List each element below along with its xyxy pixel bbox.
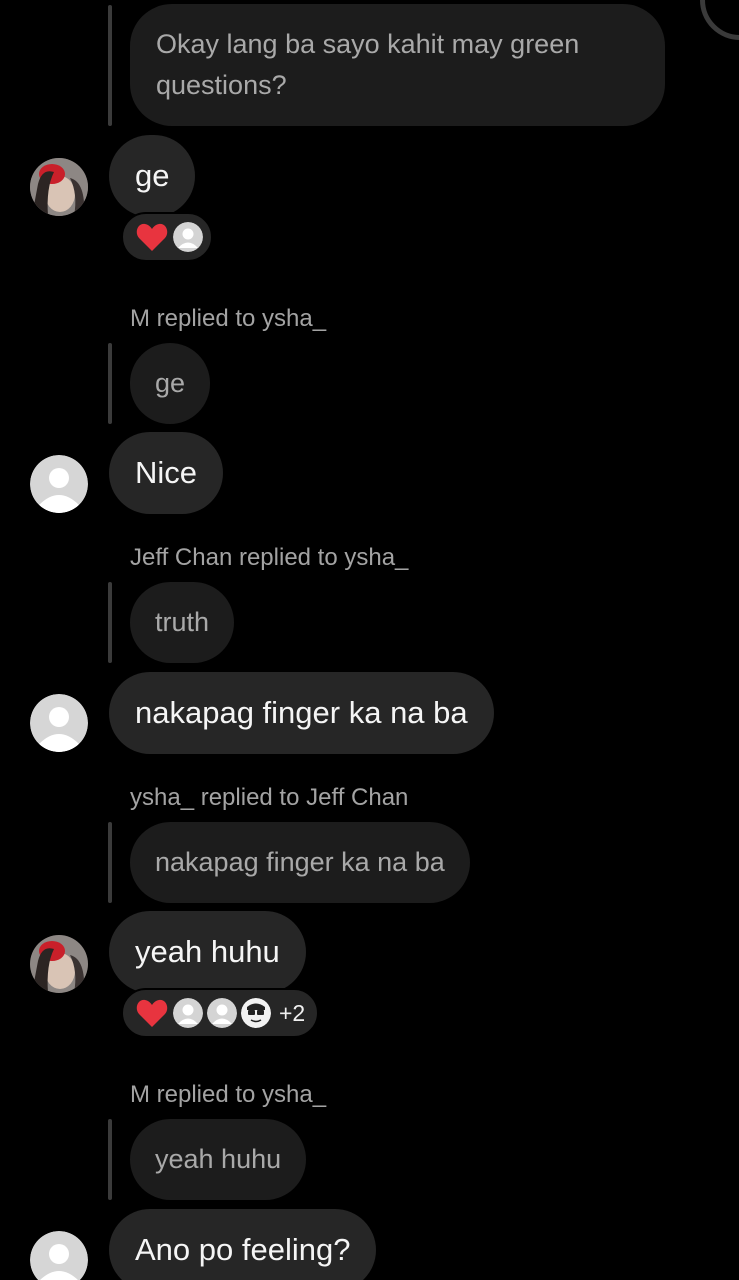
message-text: Ano po feeling? [135, 1232, 351, 1267]
quoted-message-text: ge [155, 368, 186, 398]
profile-photo-avatar[interactable] [30, 935, 88, 993]
reactor-avatar [241, 998, 271, 1028]
message-text: ge [135, 158, 170, 193]
quoted-message[interactable]: truth [130, 582, 235, 663]
quoted-message[interactable]: nakapag finger ka na ba [130, 822, 470, 903]
quoted-message[interactable]: yeah huhu [130, 1119, 307, 1200]
quoted-message-text: yeah huhu [155, 1144, 282, 1174]
reply-quote-line [108, 5, 112, 126]
default-avatar[interactable] [30, 1231, 88, 1280]
reply-quote-line [108, 582, 112, 663]
default-avatar[interactable] [30, 455, 88, 513]
message-bubble[interactable]: yeah huhu [109, 911, 306, 993]
reply-header: M replied to ysha_ [130, 305, 327, 332]
heart-icon [135, 220, 169, 254]
reactor-avatar [207, 998, 237, 1028]
message-bubble[interactable]: Ano po feeling? [109, 1209, 377, 1280]
reactor-avatar [173, 998, 203, 1028]
message-text: nakapag finger ka na ba [135, 695, 468, 730]
reply-quote-line [108, 822, 112, 903]
reply-header: M replied to ysha_ [130, 1081, 327, 1108]
heart-icon [135, 996, 169, 1030]
quoted-message[interactable]: Okay lang ba sayo kahit may green questi… [130, 4, 665, 126]
reply-header: ysha_ replied to Jeff Chan [130, 784, 409, 811]
reply-header: Jeff Chan replied to ysha_ [130, 544, 409, 571]
profile-photo-avatar[interactable] [30, 158, 88, 216]
quoted-message-text: Okay lang ba sayo kahit may green questi… [156, 29, 580, 100]
reactions-pill[interactable] [121, 212, 213, 262]
message-text: yeah huhu [135, 934, 280, 969]
message-bubble[interactable]: nakapag finger ka na ba [109, 672, 494, 754]
message-bubble[interactable]: ge [109, 135, 196, 217]
reply-quote-line [108, 343, 112, 424]
quoted-message[interactable]: ge [130, 343, 211, 424]
reactor-avatar [173, 222, 203, 252]
quoted-message-text: nakapag finger ka na ba [155, 847, 445, 877]
quoted-message-text: truth [155, 607, 210, 637]
chat-screen: Okay lang ba sayo kahit may green questi… [0, 0, 739, 1280]
reply-quote-line [108, 1119, 112, 1200]
reactions-pill[interactable]: +2 [121, 988, 320, 1038]
story-ring-icon[interactable] [700, 0, 739, 40]
message-text: Nice [135, 455, 198, 490]
reaction-count: +2 [279, 999, 306, 1026]
default-avatar[interactable] [30, 694, 88, 752]
message-bubble[interactable]: Nice [109, 432, 224, 514]
